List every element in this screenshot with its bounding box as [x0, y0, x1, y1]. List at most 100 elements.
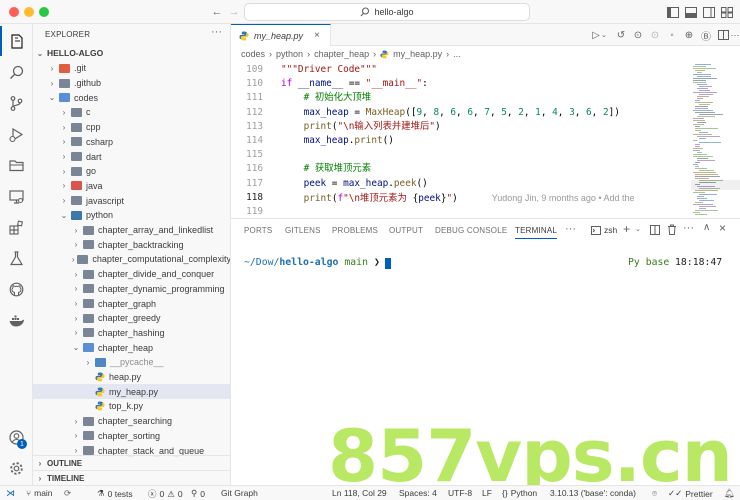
forward-arrow-icon[interactable]: → [227, 5, 241, 19]
terminal-shell-selector[interactable]: zsh [591, 225, 617, 235]
command-center[interactable]: hello-algo [244, 3, 530, 21]
more-tabs-icon[interactable]: ··· [565, 223, 576, 235]
tree-folder-item[interactable]: › chapter_backtracking [33, 237, 230, 252]
timeline-history-icon[interactable]: ↺ [614, 28, 628, 42]
tree-folder-item[interactable]: ⌄ python [33, 208, 230, 223]
code-line[interactable]: 109 """Driver Code""" [231, 63, 691, 77]
code-line[interactable]: 115 [231, 148, 691, 162]
code-line[interactable]: 118 print(f"\n堆顶元素为 {peek}") Yudong Jin, … [231, 190, 691, 205]
docker-icon[interactable] [0, 305, 33, 335]
terminal-prompt[interactable]: ~/Dow/ hello-algo main ❯ [244, 257, 391, 269]
tree-folder-item[interactable]: › .git [33, 61, 230, 76]
close-panel-icon[interactable]: × [719, 221, 726, 235]
tab-my-heap-py[interactable]: my_heap.py × [231, 24, 331, 46]
python-interpreter[interactable]: 3.10.13 ('base': conda) [550, 488, 636, 498]
tree-folder-item[interactable]: › chapter_divide_and_conquer [33, 267, 230, 282]
gitlens-previous-icon[interactable]: ⊙ [631, 28, 645, 42]
timeline-section[interactable]: › TIMELINE [33, 470, 230, 485]
close-tab-icon[interactable]: × [314, 30, 320, 41]
tree-folder-item[interactable]: › chapter_searching [33, 414, 230, 429]
close-window-button[interactable] [9, 7, 19, 17]
new-terminal-icon[interactable]: + [623, 222, 630, 236]
more-actions-icon[interactable]: ··· [683, 222, 694, 234]
tree-file-item[interactable]: heap.py [33, 370, 230, 385]
code-line[interactable]: 117 peek = max_heap.peek() [231, 177, 691, 191]
maximize-window-button[interactable] [39, 7, 49, 17]
problems-indicator[interactable]: ⓧ 0 ⚠ 0 [148, 488, 183, 500]
tab-debug-console[interactable]: DEBUG CONSOLE [435, 226, 507, 235]
tab-gitlens[interactable]: GITLENS [285, 226, 321, 235]
gitlens-next-icon[interactable]: ⊙ [648, 28, 662, 42]
tab-terminal[interactable]: TERMINAL [515, 226, 558, 239]
breadcrumb-item[interactable]: my_heap.py [393, 49, 442, 59]
tab-output[interactable]: OUTPUT [389, 226, 423, 235]
cursor-position[interactable]: Ln 118, Col 29 [332, 488, 387, 498]
copilot-icon[interactable]: ⌾ [652, 488, 657, 499]
trash-icon[interactable] [667, 224, 677, 237]
tree-folder-item[interactable]: › dart [33, 149, 230, 164]
breadcrumb-item[interactable]: chapter_heap [314, 49, 369, 59]
tree-folder-item[interactable]: › chapter_greedy [33, 311, 230, 326]
remote-indicator-icon[interactable]: ⋊ [6, 488, 15, 499]
remote-explorer-icon[interactable] [0, 181, 33, 211]
code-line[interactable]: 112 max_heap = MaxHeap([9, 8, 6, 6, 7, 5… [231, 106, 691, 120]
code-line[interactable]: 116 # 获取堆顶元素 [231, 162, 691, 176]
tab-problems[interactable]: PROBLEMS [332, 226, 378, 235]
gitlens-compare-icon[interactable]: ◦ [665, 28, 679, 42]
tree-file-item[interactable]: my_heap.py [33, 384, 230, 400]
more-actions-icon[interactable]: ··· [211, 26, 222, 38]
split-terminal-icon[interactable] [650, 225, 660, 237]
chevron-down-icon[interactable]: ⌄ [601, 31, 607, 39]
testing-icon[interactable] [0, 243, 33, 273]
prettier-status[interactable]: ✓✓ Prettier [668, 488, 713, 499]
tree-folder-item[interactable]: › chapter_computational_complexity [33, 252, 230, 267]
workspace-root[interactable]: ⌄ HELLO-ALGO [33, 46, 230, 61]
code-line[interactable]: 110 if __name__ == "__main__": [231, 77, 691, 91]
tree-folder-item[interactable]: › .github [33, 76, 230, 91]
github-icon[interactable] [0, 274, 33, 304]
language-mode[interactable]: {} Python [502, 488, 537, 498]
search-icon[interactable] [0, 57, 33, 87]
code-line[interactable]: 111 # 初始化大顶堆 [231, 91, 691, 105]
gear-icon[interactable] [0, 453, 33, 483]
tree-folder-item[interactable]: › __pycache__ [33, 355, 230, 370]
tree-folder-item[interactable]: › chapter_sorting [33, 429, 230, 444]
outline-section[interactable]: › OUTLINE [33, 455, 230, 470]
open-changes-icon[interactable]: ⊕ [682, 28, 696, 42]
tree-file-item[interactable]: top_k.py [33, 399, 230, 414]
tree-folder-item[interactable]: › go [33, 164, 230, 179]
tree-folder-item[interactable]: › csharp [33, 135, 230, 150]
indentation[interactable]: Spaces: 4 [399, 488, 437, 498]
breadcrumb-item[interactable]: python [276, 49, 303, 59]
tree-folder-item[interactable]: › java [33, 179, 230, 194]
toggle-sidebar-icon[interactable] [666, 5, 680, 19]
tab-ports[interactable]: PORTS [244, 226, 272, 235]
git-graph-button[interactable]: Git Graph [221, 488, 258, 498]
toggle-file-blame-icon[interactable]: Ⓑ [699, 28, 713, 43]
minimap[interactable] [691, 62, 740, 218]
explorer-icon[interactable] [0, 26, 33, 56]
notifications-bell-icon[interactable]: 🔔︎ [724, 488, 735, 499]
toggle-secondary-sidebar-icon[interactable] [702, 5, 716, 19]
chevron-up-icon[interactable]: ∧ [703, 222, 710, 233]
minimize-window-button[interactable] [24, 7, 34, 17]
back-arrow-icon[interactable]: ← [210, 5, 224, 19]
accounts-icon[interactable]: 1 [0, 422, 33, 452]
breadcrumb-item[interactable]: codes [241, 49, 265, 59]
ports-indicator[interactable]: ⚲ 0 [191, 488, 205, 499]
toggle-panel-icon[interactable] [684, 5, 698, 19]
tree-folder-item[interactable]: › javascript [33, 193, 230, 208]
tree-folder-item[interactable]: › chapter_array_and_linkedlist [33, 223, 230, 238]
branch-indicator[interactable]: ⑂ main [26, 488, 53, 498]
tree-folder-item[interactable]: › chapter_dynamic_programming [33, 282, 230, 297]
chevron-down-icon[interactable]: ⌄ [635, 225, 641, 233]
code-line[interactable]: 113 print("\n输入列表并建堆后") [231, 120, 691, 134]
code-line[interactable]: 114 max_heap.print() [231, 134, 691, 148]
more-actions-icon[interactable]: ··· [728, 28, 740, 42]
tree-folder-item[interactable]: › chapter_graph [33, 296, 230, 311]
tree-folder-item[interactable]: › chapter_hashing [33, 326, 230, 341]
run-debug-icon[interactable] [0, 119, 33, 149]
sync-icon[interactable]: ⟳ [64, 488, 71, 499]
end-of-line[interactable]: LF [482, 488, 492, 498]
code-editor[interactable]: 109 """Driver Code""" 110 if __name__ == "_… [231, 62, 691, 218]
